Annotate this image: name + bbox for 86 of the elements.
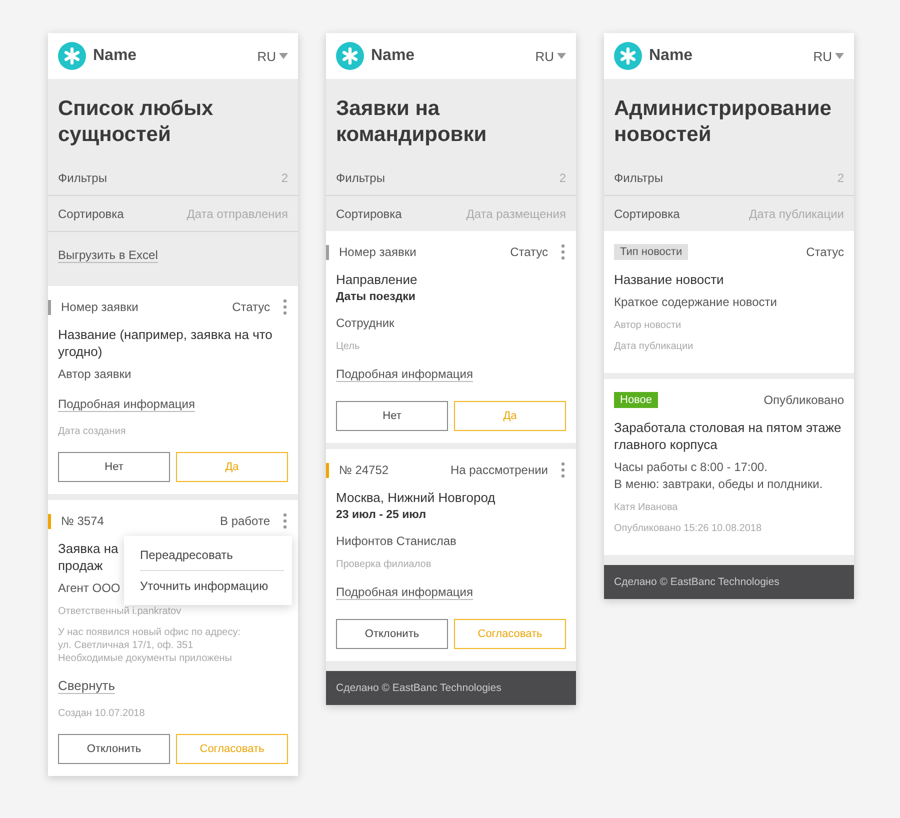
sort-label: Сортировка — [614, 206, 680, 220]
app-name: Name — [93, 47, 138, 65]
footer-text: Сделано © EastBanc Technologies — [326, 671, 576, 705]
card-meta: У нас появился новый офис по адресу: ул. Светличная 17/1, оф. 351 Необходимые документы приложены — [58, 626, 242, 665]
request-number: № 3574 — [61, 514, 105, 528]
card-meta: Создан 10.07.2018 — [58, 707, 146, 720]
more-menu-icon[interactable] — [560, 462, 566, 478]
reject-button[interactable]: Нет — [58, 452, 170, 482]
filters-label: Фильтры — [614, 170, 663, 184]
card-text: Краткое содержание новости — [614, 294, 778, 311]
card-title: Москва, Нижний Новгород — [336, 489, 496, 506]
language-select[interactable]: RU — [257, 48, 288, 64]
app-name: Name — [371, 47, 416, 65]
filters-row[interactable]: Фильтры 2 — [604, 160, 854, 196]
request-number: Номер заявки — [339, 245, 418, 259]
logo-icon — [614, 42, 642, 70]
details-link[interactable]: Подробная информация — [336, 367, 473, 382]
card-text: Агент ООО — [58, 580, 122, 597]
sort-label: Сортировка — [58, 206, 124, 220]
reject-button[interactable]: Отклонить — [58, 734, 170, 764]
card-title: Заявка на продаж — [58, 540, 120, 574]
news-type-tag: Новое — [614, 392, 658, 408]
card-title: Заработала столовая на пятом этаже главного корпуса — [614, 419, 842, 453]
caret-icon — [557, 53, 566, 59]
card-subtitle: Даты поездки — [336, 291, 416, 303]
sort-label: Сортировка — [336, 206, 402, 220]
language-select[interactable]: RU — [813, 48, 844, 64]
sort-value: Дата размещения — [466, 206, 566, 220]
more-menu-icon[interactable] — [282, 513, 288, 529]
filters-row[interactable]: Фильтры 2 — [326, 160, 576, 196]
news-type-tag: Тип новости — [614, 244, 688, 260]
sort-value: Дата отправления — [186, 206, 288, 220]
card-title: Название новости — [614, 271, 725, 288]
sort-row[interactable]: Сортировка Дата отправления — [48, 196, 298, 232]
reject-button[interactable]: Отклонить — [336, 619, 448, 649]
status-label: На рассмотрении — [450, 463, 548, 477]
page-title: Список любых сущностей — [57, 96, 214, 148]
filters-count: 2 — [281, 170, 288, 184]
card-meta: Автор новости — [614, 319, 682, 332]
card-subtitle: 23 июл - 25 июл — [336, 509, 428, 521]
page-title: Заявки на командировки — [335, 96, 488, 148]
sort-row[interactable]: Сортировка Дата размещения — [326, 196, 576, 231]
sort-row[interactable]: Сортировка Дата публикации — [604, 196, 854, 231]
filters-row[interactable]: Фильтры 2 — [48, 160, 298, 196]
card-meta: Дата публикации — [614, 340, 694, 353]
page-title: Администрирование новостей — [613, 96, 832, 148]
footer-text: Сделано © EastBanc Technologies — [604, 565, 854, 599]
card-text: Нифонтов Станислав — [336, 533, 458, 550]
caret-icon — [279, 53, 288, 59]
filters-count: 2 — [559, 170, 566, 184]
export-link[interactable]: Выгрузить в Excel — [58, 248, 158, 263]
filters-label: Фильтры — [58, 170, 107, 184]
card-meta: Дата создания — [58, 425, 127, 438]
more-menu-icon[interactable] — [282, 299, 288, 315]
reject-button[interactable]: Нет — [336, 401, 448, 431]
card-meta: Проверка филиалов — [336, 558, 432, 571]
menu-item[interactable]: Уточнить информацию — [140, 570, 284, 601]
card-text: Сотрудник — [336, 315, 396, 332]
card-meta: Опубликовано 15:26 10.08.2018 — [614, 522, 763, 535]
card-meta: Катя Иванова — [614, 501, 679, 514]
card-text: Часы работы с 8:00 - 17:00. В меню: завтраки, обеды и полдники. — [614, 459, 824, 493]
language-select[interactable]: RU — [535, 48, 566, 64]
card-title: Название (например, заявка на что угодно) — [58, 326, 274, 360]
caret-icon — [835, 53, 844, 59]
logo-icon — [336, 42, 364, 70]
status-label: Опубликовано — [764, 393, 844, 407]
card-title: Направление — [336, 271, 418, 288]
app-name: Name — [649, 47, 694, 65]
card-meta: Ответственный i.pankratov — [58, 605, 182, 618]
sort-value: Дата публикации — [748, 206, 844, 220]
status-label: Статус — [232, 300, 270, 314]
card-text: Автор заявки — [58, 366, 132, 383]
details-link[interactable]: Подробная информация — [58, 397, 195, 412]
filters-count: 2 — [837, 170, 844, 184]
status-label: Статус — [510, 245, 548, 259]
filters-label: Фильтры — [336, 170, 385, 184]
logo-icon — [58, 42, 86, 70]
card-meta: Цель — [336, 340, 361, 353]
menu-item[interactable]: Переадресовать — [140, 540, 284, 570]
details-link[interactable]: Подробная информация — [336, 585, 473, 600]
status-label: В работе — [220, 514, 270, 528]
status-label: Статус — [806, 245, 844, 259]
request-number: Номер заявки — [61, 300, 140, 314]
request-number: № 24752 — [339, 463, 390, 477]
more-menu-icon[interactable] — [560, 244, 566, 260]
details-link[interactable]: Свернуть — [58, 678, 116, 694]
